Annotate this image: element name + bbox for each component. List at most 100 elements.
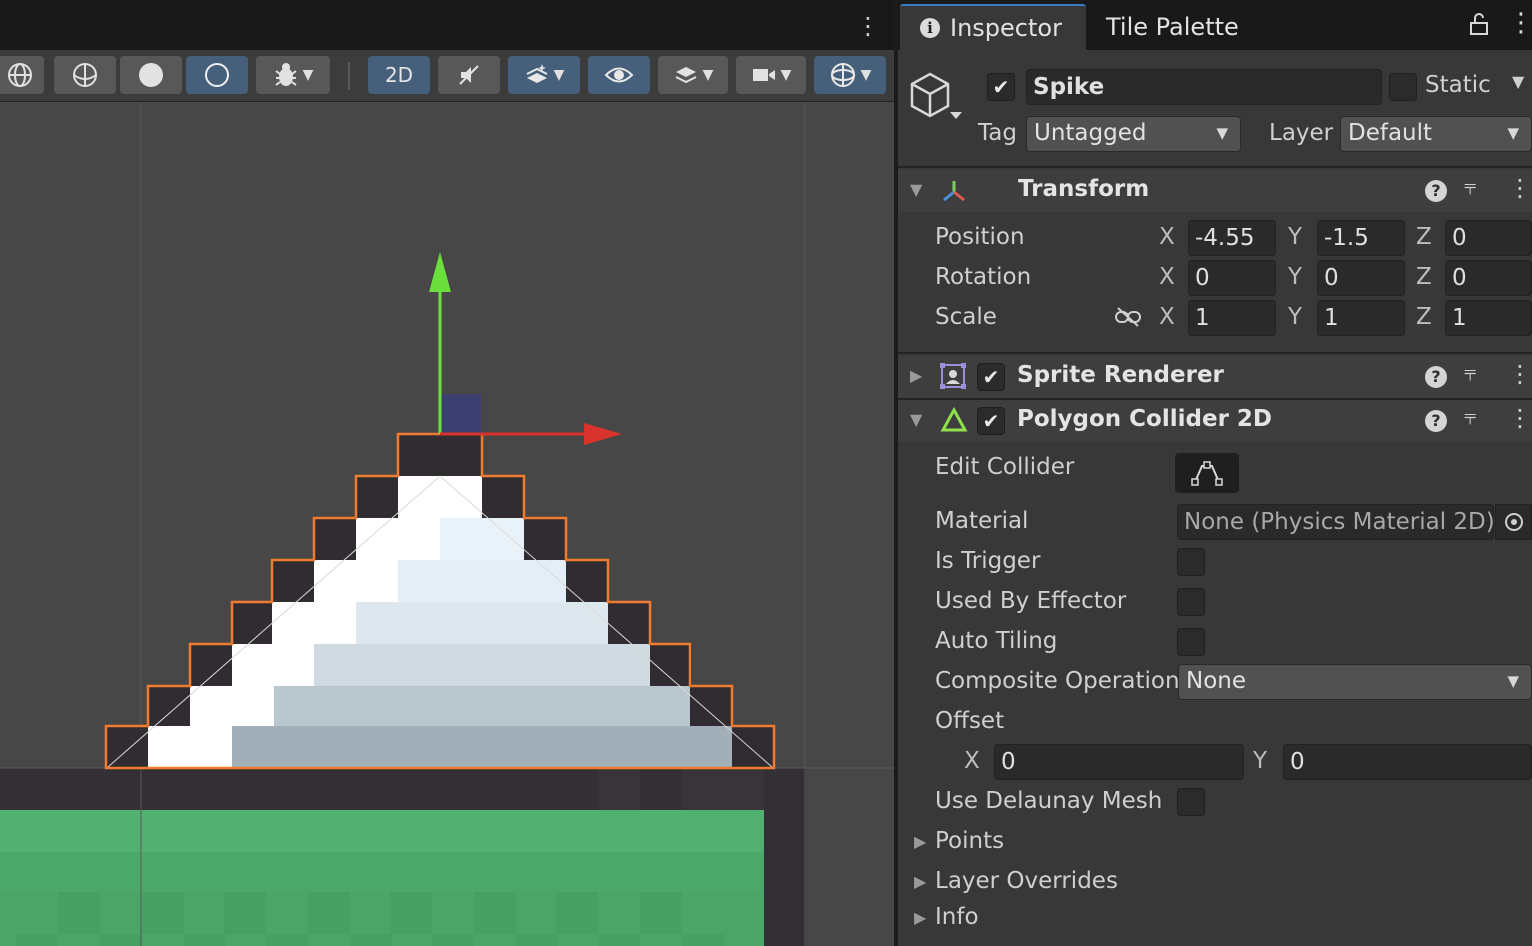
camera-icon[interactable]: ▼	[736, 56, 806, 94]
scale-x-input[interactable]: 1	[1188, 300, 1276, 336]
static-dropdown-icon[interactable]: ▼	[1512, 72, 1524, 91]
more-icon[interactable]: ⋮	[1508, 174, 1532, 202]
foldout-collapsed-icon: ▶	[914, 908, 927, 927]
chevron-down-icon: ▼	[702, 67, 714, 83]
shaded-moon-icon[interactable]	[186, 56, 248, 94]
divider	[898, 166, 1532, 168]
use-delaunay-checkbox[interactable]	[1177, 788, 1205, 816]
transform-icon	[940, 178, 968, 208]
tab-inspector[interactable]: i Inspector	[900, 4, 1086, 50]
lit-sphere-icon[interactable]	[54, 56, 116, 94]
info-icon: i	[920, 18, 940, 38]
is-trigger-label: Is Trigger	[935, 548, 1041, 574]
offset-x-label: X	[964, 748, 980, 774]
chevron-down-icon: ▼	[553, 67, 565, 83]
tab-tile-palette[interactable]: Tile Palette	[1106, 4, 1256, 50]
tab-inspector-label: Inspector	[950, 14, 1062, 42]
sprite-renderer-title: Sprite Renderer	[1017, 362, 1224, 388]
rotation-x-input[interactable]: 0	[1188, 260, 1276, 296]
more-icon[interactable]: ⋮	[1508, 360, 1532, 388]
visibility-icon[interactable]	[588, 56, 650, 94]
edit-collider-label: Edit Collider	[935, 454, 1075, 480]
solid-circle-icon[interactable]	[120, 56, 182, 94]
is-trigger-checkbox[interactable]	[1177, 548, 1205, 576]
mode-2d-button[interactable]: 2D	[368, 56, 430, 94]
bug-icon[interactable]: ▼	[256, 56, 330, 94]
sprite-renderer-header[interactable]: ▶ ✔ Sprite Renderer ? ⫧ ⋮	[898, 356, 1532, 398]
edit-collider-button[interactable]	[1175, 453, 1239, 493]
auto-tiling-checkbox[interactable]	[1177, 628, 1205, 656]
scale-y-input[interactable]: 1	[1317, 300, 1405, 336]
help-icon[interactable]: ?	[1425, 410, 1447, 432]
rotation-z-input[interactable]: 0	[1445, 260, 1532, 296]
help-icon[interactable]: ?	[1425, 366, 1447, 388]
scene-view-panel[interactable]: ⋮ ▼ 2D ▼ ▼ ▼ ▼	[0, 0, 894, 946]
more-icon[interactable]: ⋮	[1508, 404, 1532, 432]
layers-effects-icon[interactable]: ▼	[508, 56, 580, 94]
tag-dropdown[interactable]: Untagged ▼	[1026, 116, 1241, 152]
chevron-down-icon: ▼	[1507, 124, 1519, 142]
foldout-expanded-icon[interactable]: ▼	[910, 180, 922, 199]
material-label: Material	[935, 508, 1029, 534]
link-icon[interactable]	[1114, 306, 1142, 332]
layer-overrides-label: Layer Overrides	[935, 868, 1118, 894]
info-label: Info	[935, 904, 979, 930]
offset-y-input[interactable]: 0	[1283, 744, 1532, 780]
composite-operation-label: Composite Operation	[935, 668, 1180, 694]
axis-x-label: X	[1159, 264, 1175, 290]
audio-mute-icon[interactable]	[438, 56, 500, 94]
material-field[interactable]: None (Physics Material 2D)	[1177, 504, 1494, 540]
composite-operation-dropdown[interactable]: None ▼	[1178, 664, 1532, 700]
active-checkbox[interactable]: ✔	[987, 73, 1015, 101]
used-by-effector-label: Used By Effector	[935, 588, 1127, 614]
points-label: Points	[935, 828, 1005, 854]
divider	[898, 352, 1532, 354]
toolbar-divider	[348, 62, 350, 90]
scene-canvas[interactable]	[0, 102, 894, 946]
static-label: Static	[1425, 72, 1491, 98]
globe-icon[interactable]	[0, 56, 44, 94]
position-x-input[interactable]: -4.55	[1188, 220, 1276, 256]
lock-icon[interactable]	[1468, 12, 1490, 42]
polygon-collider-icon	[940, 406, 968, 437]
foldout-collapsed-icon: ▶	[914, 832, 927, 851]
settings-icon[interactable]: ⫧	[1464, 405, 1476, 430]
gizmo-icon[interactable]: ▼	[814, 56, 886, 94]
foldout-collapsed-icon[interactable]: ▶	[910, 366, 922, 385]
offset-x-input[interactable]: 0	[994, 744, 1244, 780]
scene-more-icon[interactable]: ⋮	[856, 10, 880, 42]
chevron-down-icon: ▼	[1216, 124, 1228, 142]
inspector-panel: i Inspector Tile Palette ⋮ ✔ Spike Stati…	[898, 0, 1532, 946]
stack-icon[interactable]: ▼	[658, 56, 728, 94]
polygon-collider-enabled-checkbox[interactable]: ✔	[977, 407, 1005, 435]
more-icon[interactable]: ⋮	[1508, 8, 1532, 38]
layer-dropdown[interactable]: Default ▼	[1340, 116, 1532, 152]
rotation-label: Rotation	[935, 264, 1032, 290]
cube-icon[interactable]	[908, 70, 968, 128]
scene-tab-bar: ⋮	[0, 0, 894, 50]
layer-value: Default	[1348, 120, 1433, 146]
help-icon[interactable]: ?	[1425, 180, 1447, 202]
axis-y-label: Y	[1288, 304, 1303, 330]
chevron-down-icon: ▼	[1507, 672, 1519, 690]
scale-z-input[interactable]: 1	[1445, 300, 1532, 336]
tab-tile-palette-label: Tile Palette	[1106, 13, 1239, 41]
chevron-down-icon: ▼	[780, 67, 792, 83]
foldout-expanded-icon[interactable]: ▼	[910, 410, 922, 429]
offset-y-label: Y	[1253, 748, 1268, 774]
settings-icon[interactable]: ⫧	[1464, 361, 1476, 386]
transform-header[interactable]: ▼ Transform ? ⫧ ⋮	[898, 170, 1532, 212]
sprite-renderer-enabled-checkbox[interactable]: ✔	[977, 363, 1005, 391]
rotation-y-input[interactable]: 0	[1317, 260, 1405, 296]
object-name-input[interactable]: Spike	[1026, 69, 1382, 105]
axis-z-label: Z	[1416, 304, 1432, 330]
position-y-input[interactable]: -1.5	[1317, 220, 1405, 256]
used-by-effector-checkbox[interactable]	[1177, 588, 1205, 616]
position-z-input[interactable]: 0	[1445, 220, 1532, 256]
axis-y-label: Y	[1288, 224, 1303, 250]
settings-icon[interactable]: ⫧	[1464, 175, 1476, 200]
edit-collider-icon	[1191, 461, 1223, 486]
polygon-collider-header[interactable]: ▼ ✔ Polygon Collider 2D ? ⫧ ⋮	[898, 400, 1532, 442]
static-checkbox[interactable]	[1389, 73, 1417, 101]
target-icon[interactable]	[1495, 504, 1532, 540]
